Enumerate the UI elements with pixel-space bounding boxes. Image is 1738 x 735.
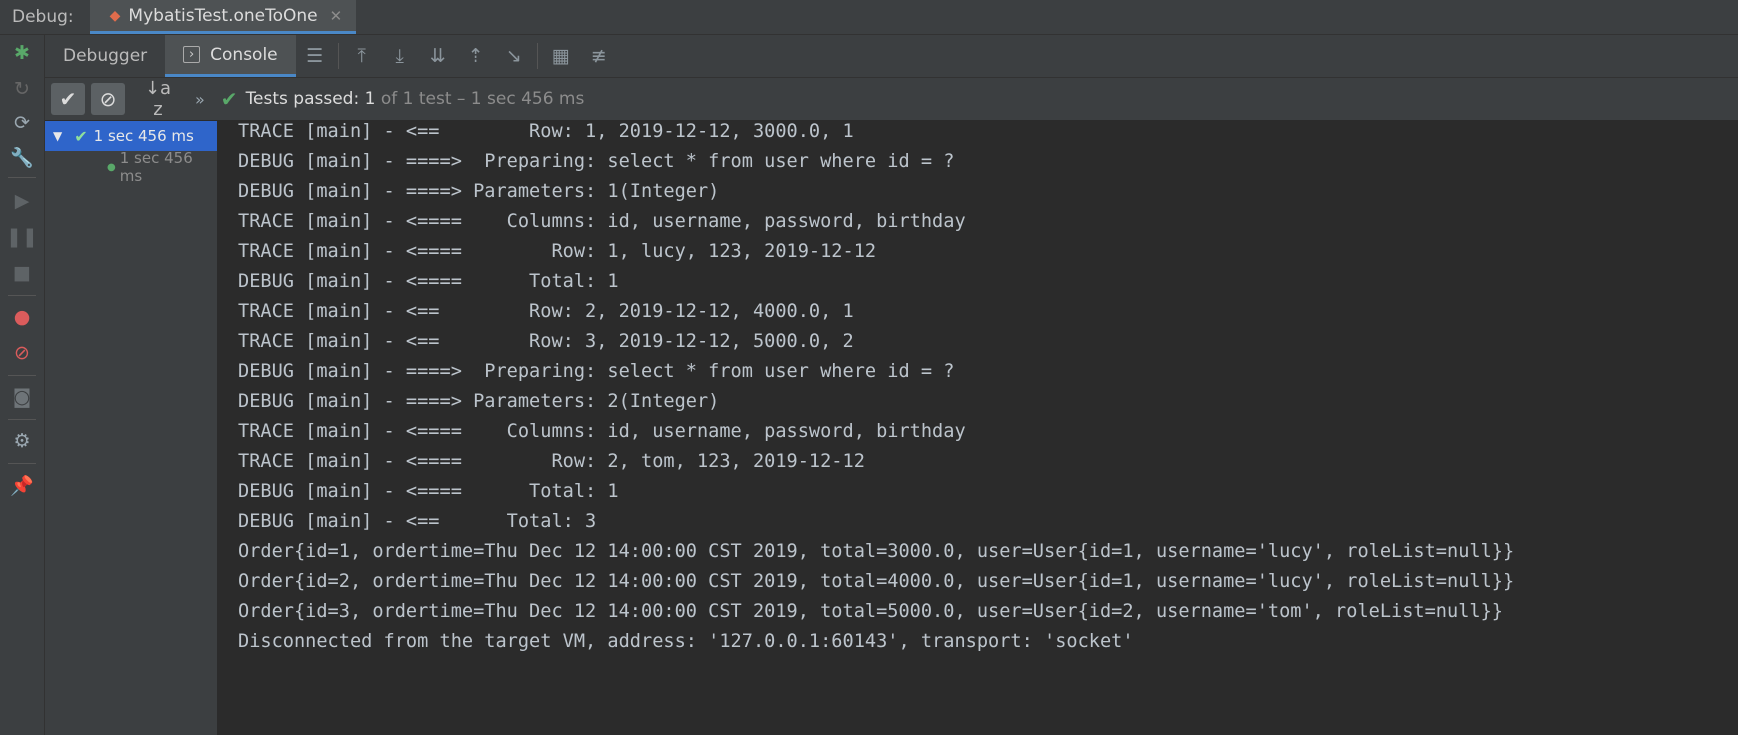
view-breakpoints-icon[interactable]: ● — [10, 305, 34, 329]
divider — [8, 295, 36, 296]
close-tab-icon[interactable]: ✕ — [330, 7, 343, 25]
run-to-cursor-icon[interactable]: ↘ — [495, 35, 533, 77]
pause-icon[interactable]: ❚❚ — [6, 225, 38, 249]
console-line: Order{id=3, ordertime=Thu Dec 12 14:00:0… — [238, 601, 1503, 622]
console-line: TRACE [main] - <== Row: 2, 2019-12-12, 4… — [238, 301, 854, 322]
test-passed-dot-icon: ● — [107, 161, 116, 173]
tests-summary: of 1 test – 1 sec 456 ms — [375, 89, 585, 109]
console-line: DEBUG [main] - ====> Preparing: select *… — [238, 151, 955, 172]
chevron-down-icon[interactable]: ▼ — [53, 129, 62, 143]
step-into-icon[interactable]: ⇊ — [419, 35, 457, 77]
wrench-icon[interactable]: 🔧 — [10, 145, 34, 169]
divider — [8, 419, 36, 420]
camera-icon[interactable]: ◙ — [10, 385, 34, 409]
divider — [8, 177, 36, 178]
tab-debugger[interactable]: Debugger — [45, 35, 165, 77]
sort-alphabetically-icon[interactable]: ↓a z — [143, 78, 173, 120]
console-line: Order{id=2, ordertime=Thu Dec 12 14:00:0… — [238, 571, 1515, 592]
debug-tab-toolbar: Debugger › Console ☰ ⤒ ⤓ ⇊ ⇡ ↘ ▦ ≢ — [45, 35, 1738, 78]
console-line: TRACE [main] - <==== Columns: id, userna… — [238, 421, 966, 442]
show-execution-point-icon[interactable]: ⤒ — [343, 35, 381, 77]
console-line: DEBUG [main] - ====> Parameters: 2(Integ… — [238, 391, 720, 412]
console-line: Order{id=1, ordertime=Thu Dec 12 14:00:0… — [238, 541, 1515, 562]
console-line: TRACE [main] - <==== Row: 1, lucy, 123, … — [238, 241, 877, 262]
divider — [337, 43, 339, 69]
tab-console[interactable]: › Console — [165, 35, 296, 77]
bug-icon[interactable]: ✱ — [10, 41, 34, 65]
step-over-icon[interactable]: ⤓ — [381, 35, 419, 77]
child-duration: 1 sec 456 ms — [119, 149, 193, 185]
tree-row-root[interactable]: ▼ ✔ 1 sec 456 ms — [45, 121, 217, 151]
stop-icon[interactable]: ■ — [10, 261, 34, 285]
console-line: DEBUG [main] - <==== Total: 1 — [238, 271, 619, 292]
console-output[interactable]: TRACE [main] - <== Row: 1, 2019-12-12, 3… — [218, 121, 1738, 735]
debug-title-bar: Debug: ◆ MybatisTest.oneToOne ✕ — [0, 0, 1738, 35]
debug-left-toolbar: ✱ ↻ ⟳ 🔧 ▶ ❚❚ ■ ● ⊘ ◙ ⚙ 📌 — [0, 35, 45, 735]
more-icon[interactable]: » — [195, 90, 205, 109]
console-line: Disconnected from the target VM, address… — [238, 631, 1134, 652]
debug-label: Debug: — [12, 7, 74, 27]
mute-breakpoints-icon[interactable]: ⊘ — [10, 341, 34, 365]
console-line: DEBUG [main] - ====> Parameters: 1(Integ… — [238, 181, 720, 202]
rerun-failed-icon[interactable]: ⟳ — [10, 111, 34, 135]
show-ignored-toggle[interactable]: ⊘ — [91, 83, 125, 115]
test-runner-toolbar: ✔ ⊘ ↓a z » ✔ Tests passed: 1 of 1 test –… — [45, 78, 1738, 121]
menu-icon[interactable]: ☰ — [296, 35, 334, 77]
divider — [536, 43, 538, 69]
tests-passed-icon: ✔ — [220, 87, 238, 111]
settings-icon[interactable]: ⚙ — [10, 429, 34, 453]
console-line: TRACE [main] - <==== Columns: id, userna… — [238, 211, 966, 232]
tests-passed-label: Tests passed: 1 — [245, 89, 376, 109]
tab-title: MybatisTest.oneToOne — [128, 5, 318, 26]
trace-icon[interactable]: ≢ — [580, 35, 618, 77]
console-line: DEBUG [main] - <== Total: 3 — [238, 511, 597, 532]
console-line: TRACE [main] - <== Row: 1, 2019-12-12, 3… — [238, 121, 854, 142]
show-passed-toggle[interactable]: ✔ — [51, 83, 85, 115]
evaluate-icon[interactable]: ▦ — [542, 35, 580, 77]
console-label: Console — [210, 44, 278, 65]
passed-icon: ✔ — [74, 126, 88, 146]
console-icon: › — [183, 46, 201, 63]
pin-icon[interactable]: 📌 — [10, 473, 34, 497]
console-line: DEBUG [main] - ====> Preparing: select *… — [238, 361, 955, 382]
tab-mybatistest-onetoone[interactable]: ◆ MybatisTest.oneToOne ✕ — [89, 0, 357, 34]
resume-icon[interactable]: ▶ — [10, 189, 34, 213]
test-status-text: Tests passed: 1 of 1 test – 1 sec 456 ms — [246, 89, 585, 109]
step-out-icon[interactable]: ⇡ — [457, 35, 495, 77]
console-line: DEBUG [main] - <==== Total: 1 — [238, 481, 619, 502]
debugger-label: Debugger — [63, 46, 148, 66]
divider — [8, 463, 36, 464]
divider — [8, 375, 36, 376]
root-duration: 1 sec 456 ms — [93, 127, 194, 145]
test-tree: ▼ ✔ 1 sec 456 ms ● 1 sec 456 ms — [45, 121, 218, 735]
console-line: TRACE [main] - <==== Row: 2, tom, 123, 2… — [238, 451, 865, 472]
junit-run-icon: ◆ — [109, 7, 121, 24]
tree-row-child[interactable]: ● 1 sec 456 ms — [45, 149, 217, 185]
console-line: TRACE [main] - <== Row: 3, 2019-12-12, 5… — [238, 331, 854, 352]
rerun-icon[interactable]: ↻ — [10, 77, 34, 101]
